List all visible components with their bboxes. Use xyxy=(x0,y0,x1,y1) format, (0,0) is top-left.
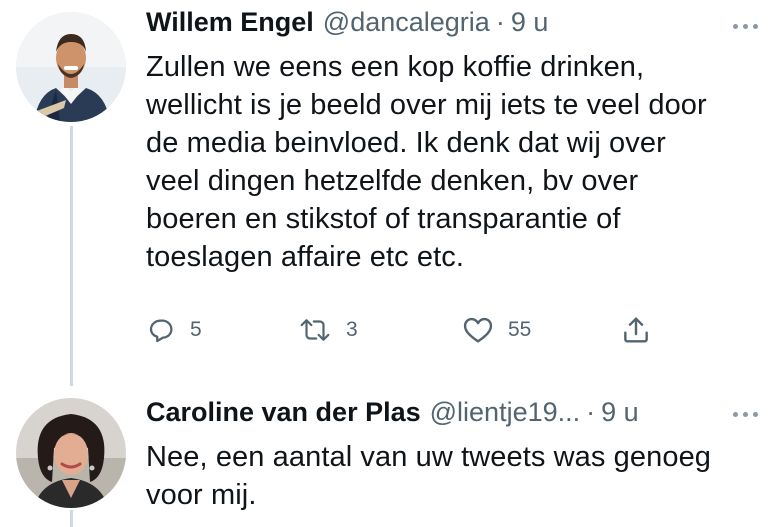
thread-line-top xyxy=(70,126,73,386)
share-button[interactable] xyxy=(620,312,652,348)
tweet-text-line: Nee, een aantal van uw tweets was genoeg xyxy=(146,441,712,473)
tweet-header: Willem Engel @dancalegria · 9 u xyxy=(146,4,548,40)
avatar-willem-engel[interactable] xyxy=(16,12,126,122)
like-button[interactable]: 55 xyxy=(462,312,531,348)
header-separator: · xyxy=(586,397,596,427)
tweet-text-line: boeren en stikstof of transparantie of xyxy=(146,203,621,235)
tweet-text-line: veel dingen hetzelfde denken, bv over xyxy=(146,165,639,197)
thread-line-bottom xyxy=(70,510,73,527)
avatar-caroline-van-der-plas[interactable] xyxy=(16,398,126,508)
more-icon[interactable] xyxy=(733,16,758,36)
like-count: 55 xyxy=(508,318,532,341)
header-separator: · xyxy=(495,7,505,37)
author-handle[interactable]: @dancalegria xyxy=(323,4,490,40)
like-icon xyxy=(462,315,494,345)
tweet-text: Nee, een aantal van uw tweets was genoeg… xyxy=(146,438,711,514)
tweet-text-line: wellicht is je beeld over mij iets te ve… xyxy=(146,89,707,121)
more-icon[interactable] xyxy=(733,404,758,424)
tweet-timestamp[interactable]: 9 u xyxy=(511,4,549,40)
reply-button[interactable]: 5 xyxy=(146,312,202,348)
tweet-text-line: voor mij. xyxy=(146,479,257,511)
tweet-text-line: toeslagen affaire etc etc. xyxy=(146,241,465,273)
share-icon xyxy=(620,314,652,346)
author-name[interactable]: Willem Engel xyxy=(146,4,314,40)
author-name[interactable]: Caroline van der Plas xyxy=(146,394,421,430)
tweet-text-line: Zullen we eens een kop koffie drinken, xyxy=(146,51,645,83)
tweet-text-line: de media beinvloed. Ik denk dat wij over xyxy=(146,127,666,159)
tweet-timestamp[interactable]: 9 u xyxy=(601,394,639,430)
tweet-header: Caroline van der Plas @lientje19... · 9 … xyxy=(146,394,639,430)
reply-icon xyxy=(146,315,176,345)
tweet-text: Zullen we eens een kop koffie drinken, w… xyxy=(146,48,707,276)
author-handle[interactable]: @lientje19... xyxy=(430,394,581,430)
retweet-count: 3 xyxy=(346,318,358,341)
reply-count: 5 xyxy=(190,318,202,341)
retweet-icon xyxy=(298,315,332,345)
retweet-button[interactable]: 3 xyxy=(298,312,358,348)
